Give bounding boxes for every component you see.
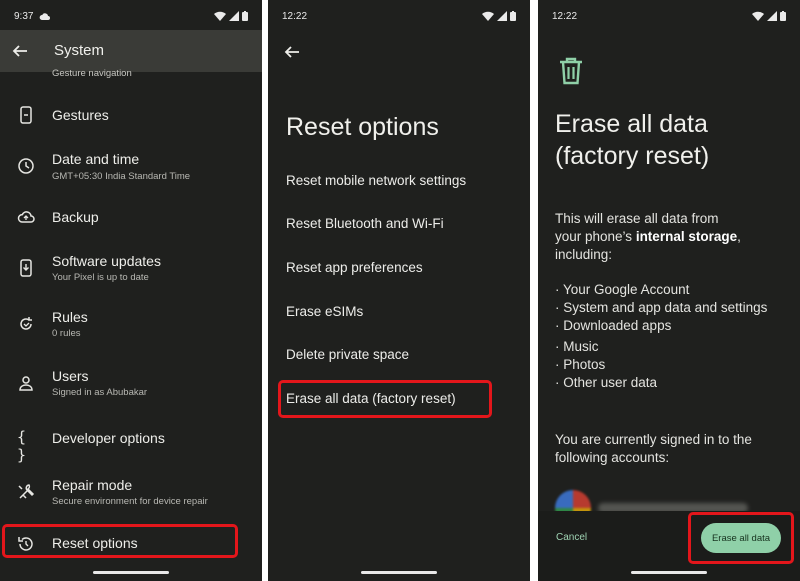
settings-item-label: Software updates [52,253,161,269]
title-line-2: (factory reset) [555,142,710,170]
signed-in-line-2: following accounts: [555,450,670,465]
settings-item-users[interactable]: Users Signed in as Abubakar [0,367,262,403]
settings-item-date-time[interactable]: Date and time GMT+05:30 India Standard T… [0,150,262,186]
highlight-box-erase-all-data [278,380,492,418]
back-arrow-icon[interactable] [284,44,300,60]
trash-icon [560,57,582,85]
tools-icon [18,484,35,499]
gesture-navigation-subtitle: Gesture navigation [52,68,132,79]
status-bar: 12:22 [282,8,516,24]
battery-icon [242,11,248,21]
gesture-navigation-bar[interactable] [361,571,437,574]
wifi-icon [752,11,764,21]
status-bar: 9:37 [14,8,248,24]
settings-item-label: Developer options [52,430,165,446]
signed-in-notice: You are currently signed in to the follo… [555,431,752,467]
settings-item-backup[interactable]: Backup [0,206,262,230]
erase-description: This will erase all data from your phone… [555,210,741,264]
internal-storage-emphasis: internal storage [635,229,738,244]
description-comma: , [737,229,741,244]
cloud-upload-icon [17,211,35,223]
rules-icon [20,317,32,330]
description-line-3: including: [555,247,613,262]
highlight-box-erase-button [688,512,794,564]
page-title: System [54,42,105,59]
option-erase-esims[interactable]: Erase eSIMs [286,304,363,319]
option-reset-app-preferences[interactable]: Reset app preferences [286,260,423,275]
wifi-icon [214,11,226,21]
status-bar: 12:22 [552,8,786,24]
settings-item-label: Rules [52,309,88,325]
status-time: 9:37 [14,10,34,22]
bullet-item: · Photos [555,357,606,372]
cancel-button[interactable]: Cancel [556,532,587,543]
option-reset-bluetooth-wifi[interactable]: Reset Bluetooth and Wi-Fi [286,216,444,231]
settings-item-subtitle: Secure environment for device repair [52,496,208,507]
status-time: 12:22 [282,10,308,22]
signed-in-line-1: You are currently signed in to the [555,432,752,447]
battery-icon [510,11,516,21]
highlight-box-reset-options [2,524,238,558]
battery-icon [780,11,786,21]
settings-item-subtitle: Your Pixel is up to date [52,272,149,283]
settings-item-label: Repair mode [52,477,133,493]
settings-item-subtitle: GMT+05:30 India Standard Time [52,171,191,182]
erase-all-data-screen: 12:22 Erase all data (factory reset) Thi… [538,0,800,581]
page-title: Erase all data (factory reset) [555,108,709,172]
settings-item-repair-mode[interactable]: Repair mode Secure environment for devic… [0,476,262,512]
option-delete-private-space[interactable]: Delete private space [286,347,409,362]
phone-gesture-icon [20,106,32,124]
bullet-item: · Your Google Account [555,282,690,297]
bullet-item: · System and app data and settings [555,300,768,315]
status-time: 12:22 [552,10,578,22]
bullet-item: · Downloaded apps [555,318,672,333]
gesture-navigation-bar[interactable] [631,571,707,574]
clock-icon [18,158,34,174]
gesture-navigation-bar[interactable] [93,571,169,574]
settings-item-rules[interactable]: Rules 0 rules [0,308,262,344]
signal-icon [229,11,239,21]
settings-item-software-updates[interactable]: Software updates Your Pixel is up to dat… [0,252,262,288]
description-line-1: This will erase all data from [555,211,719,226]
bullet-item: · Music [555,339,599,354]
person-icon [19,376,33,391]
bullet-item: · Other user data [555,375,658,390]
settings-item-label: Date and time [52,151,140,167]
braces-icon: { } [17,428,27,464]
settings-item-label: Backup [52,209,99,225]
settings-item-subtitle: 0 rules [52,328,81,339]
signal-icon [767,11,777,21]
title-line-1: Erase all data [555,110,708,138]
cloud-icon [40,13,51,20]
option-reset-mobile-network[interactable]: Reset mobile network settings [286,173,466,188]
reset-options-screen: 12:22 Reset options Reset mobile network… [268,0,530,581]
system-update-icon [20,259,32,277]
back-arrow-icon[interactable] [12,43,28,59]
settings-item-label: Users [52,368,89,384]
description-line-2: your phone’s internal storage, [555,228,741,246]
wifi-icon [482,11,494,21]
system-settings-screen: 9:37 System Gesture navigation Gestures … [0,0,262,581]
settings-item-label: Gestures [52,107,109,123]
settings-item-developer-options[interactable]: { } Developer options [0,428,262,464]
settings-item-gestures[interactable]: Gestures [0,104,262,128]
description-text: your phone’s [555,229,636,244]
page-title: Reset options [286,113,439,141]
settings-item-subtitle: Signed in as Abubakar [52,387,148,398]
signal-icon [497,11,507,21]
app-bar: System [0,30,262,72]
